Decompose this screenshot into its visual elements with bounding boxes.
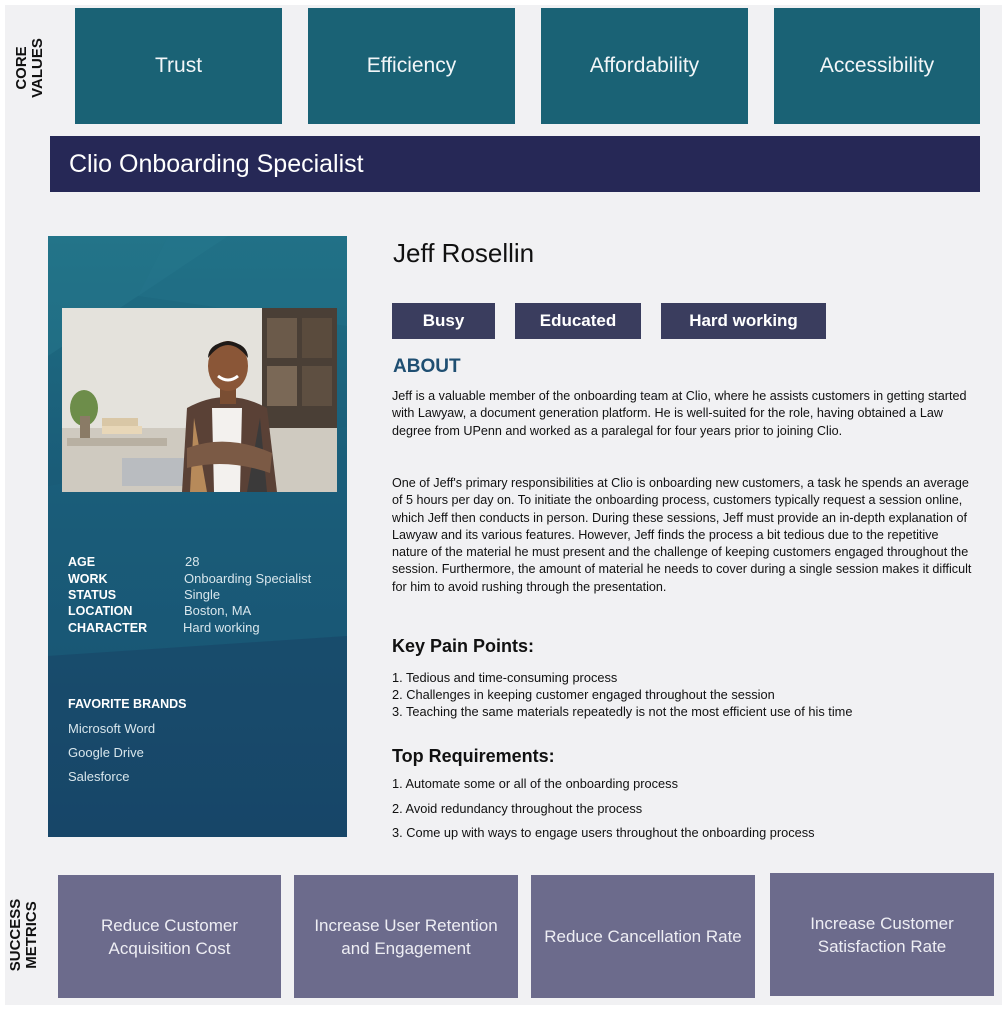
trait-tag-label: Hard working xyxy=(689,311,798,330)
detail-value-character: Hard working xyxy=(183,620,260,635)
core-value-label: Affordability xyxy=(589,54,700,77)
detail-key-work: WORK xyxy=(68,572,108,586)
metric-label: Increase User Retention and Engagement xyxy=(314,915,498,958)
core-values-label: CORE VALUES xyxy=(13,38,46,98)
metric-increase-satisfaction: Increase Customer Satisfaction Rate xyxy=(770,873,994,996)
core-value-accessibility: Accessibility xyxy=(774,8,980,124)
role-title-banner: Clio Onboarding Specialist xyxy=(50,136,980,192)
favorite-brands-heading: FAVORITE BRANDS xyxy=(68,697,187,711)
detail-key-location: LOCATION xyxy=(68,604,133,618)
core-value-efficiency: Efficiency xyxy=(308,8,515,124)
brand-item: Microsoft Word xyxy=(68,721,156,736)
detail-key-age: AGE xyxy=(68,555,96,569)
trait-tag-label: Educated xyxy=(539,311,617,330)
pain-point-item: 2. Challenges in keeping customer engage… xyxy=(392,687,775,702)
requirement-item: 2. Avoid redundancy throughout the proce… xyxy=(392,801,643,816)
detail-value-work: Onboarding Specialist xyxy=(184,571,312,586)
pain-points-heading: Key Pain Points: xyxy=(392,636,535,656)
detail-value-status: Single xyxy=(184,587,221,602)
success-metrics-label: SUCCESS METRICS xyxy=(7,898,40,972)
core-value-affordability: Affordability xyxy=(541,8,748,124)
detail-key-character: CHARACTER xyxy=(68,621,148,635)
requirements-heading: Top Requirements: xyxy=(392,746,555,766)
requirement-item: 3. Come up with ways to engage users thr… xyxy=(392,825,815,840)
metric-reduce-acquisition-cost: Reduce Customer Acquisition Cost xyxy=(58,875,281,998)
persona-name: Jeff Rosellin xyxy=(393,238,535,268)
about-paragraph-2: One of Jeff's primary responsibilities a… xyxy=(392,476,972,594)
metric-label: Increase Customer Satisfaction Rate xyxy=(810,913,954,956)
core-value-label: Trust xyxy=(154,54,203,77)
metric-label: Reduce Cancellation Rate xyxy=(544,927,742,946)
metric-label: Reduce Customer Acquisition Cost xyxy=(100,915,238,958)
role-title: Clio Onboarding Specialist xyxy=(69,149,364,178)
about-paragraph-1: Jeff is a valuable member of the onboard… xyxy=(392,389,967,438)
about-heading: ABOUT xyxy=(393,356,461,377)
core-value-label: Efficiency xyxy=(366,54,457,77)
brand-item: Salesforce xyxy=(68,769,130,784)
detail-key-status: STATUS xyxy=(68,588,117,602)
detail-value-location: Boston, MA xyxy=(184,603,252,618)
trait-tag-label: Busy xyxy=(422,311,465,330)
requirement-item: 1. Automate some or all of the onboardin… xyxy=(392,776,678,791)
detail-value-age: 28 xyxy=(185,554,200,569)
metric-reduce-cancellation: Reduce Cancellation Rate xyxy=(531,875,755,998)
core-value-trust: Trust xyxy=(75,8,282,124)
persona-photo xyxy=(62,308,337,492)
brand-item: Google Drive xyxy=(68,745,144,760)
pain-point-item: 3. Teaching the same materials repeatedl… xyxy=(392,704,853,719)
metric-increase-retention: Increase User Retention and Engagement xyxy=(294,875,518,998)
trait-tag-busy: Busy xyxy=(392,303,495,339)
core-value-label: Accessibility xyxy=(819,54,935,77)
pain-point-item: 1. Tedious and time-consuming process xyxy=(392,670,618,685)
trait-tag-educated: Educated xyxy=(515,303,641,339)
trait-tag-hard-working: Hard working xyxy=(661,303,826,339)
profile-card: AGE 28 WORK Onboarding Specialist STATUS… xyxy=(48,236,347,837)
